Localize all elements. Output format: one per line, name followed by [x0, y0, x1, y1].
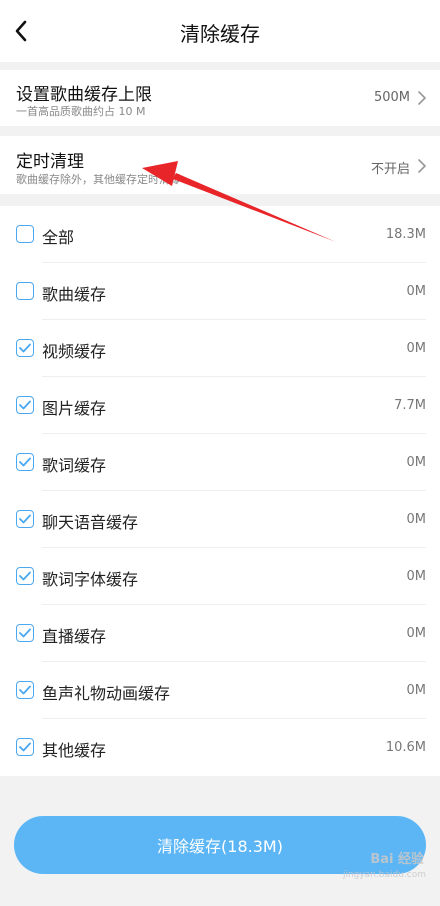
checkbox[interactable]	[16, 738, 34, 756]
checkmark-icon	[19, 400, 31, 410]
list-item[interactable]: 聊天语音缓存 0M	[0, 491, 440, 548]
setting-cache-limit[interactable]: 设置歌曲缓存上限 一首高品质歌曲约占 10 M 500M	[0, 70, 440, 126]
checkbox[interactable]	[16, 510, 34, 528]
item-label: 鱼声礼物动画缓存	[42, 684, 171, 703]
checkbox[interactable]	[16, 567, 34, 585]
item-size: 0M	[406, 284, 427, 299]
checkbox[interactable]	[16, 225, 34, 243]
setting-value: 不开启	[370, 162, 410, 177]
checkmark-icon	[19, 628, 31, 638]
watermark-subtext: jingyan.baidu.com	[342, 870, 426, 880]
item-size: 7.7M	[394, 398, 426, 413]
item-label: 歌曲缓存	[42, 285, 107, 304]
watermark-text: Bai 经验	[370, 852, 424, 867]
item-label: 聊天语音缓存	[42, 513, 139, 532]
item-size: 0M	[406, 455, 427, 470]
item-size: 10.6M	[385, 740, 426, 755]
item-size: 0M	[406, 341, 427, 356]
item-label: 直播缓存	[42, 627, 107, 646]
item-label: 全部	[42, 228, 75, 247]
watermark: Bai 经验 jingyan.baidu.com	[343, 848, 426, 880]
list-item[interactable]: 图片缓存 7.7M	[0, 377, 440, 434]
checkbox[interactable]	[16, 681, 34, 699]
item-size: 0M	[406, 569, 427, 584]
checkmark-icon	[19, 571, 31, 581]
checkmark-icon	[19, 685, 31, 695]
checkbox[interactable]	[16, 624, 34, 642]
list-item[interactable]: 歌词字体缓存 0M	[0, 548, 440, 605]
checkbox[interactable]	[16, 339, 34, 357]
item-label: 视频缓存	[42, 342, 107, 361]
item-label: 歌词缓存	[42, 456, 107, 475]
setting-value: 500M	[373, 90, 410, 105]
item-size: 18.3M	[385, 227, 426, 242]
checkmark-icon	[19, 514, 31, 524]
checkmark-icon	[19, 742, 31, 752]
chevron-right-icon	[418, 91, 426, 105]
setting-title: 设置歌曲缓存上限	[16, 85, 152, 105]
list-item[interactable]: 其他缓存 10.6M	[0, 719, 440, 776]
setting-title: 定时清理	[16, 152, 84, 172]
item-label: 歌词字体缓存	[42, 570, 139, 589]
item-size: 0M	[406, 512, 427, 527]
checkbox[interactable]	[16, 396, 34, 414]
setting-scheduled-cleanup[interactable]: 定时清理 歌曲缓存除外，其他缓存定时清零 不开启	[0, 136, 440, 194]
chevron-right-icon	[418, 159, 426, 173]
list-item[interactable]: 直播缓存 0M	[0, 605, 440, 662]
cache-list: 全部 18.3M 歌曲缓存 0M 视频缓存 0M 图片缓存 7.7M 歌词缓存 …	[0, 206, 440, 776]
item-size: 0M	[406, 683, 427, 698]
list-item[interactable]: 视频缓存 0M	[0, 320, 440, 377]
checkbox[interactable]	[16, 282, 34, 300]
clear-cache-button[interactable]: 清除缓存(18.3M)	[14, 816, 426, 874]
list-item[interactable]: 歌词缓存 0M	[0, 434, 440, 491]
item-label: 其他缓存	[42, 741, 107, 760]
list-item[interactable]: 全部 18.3M	[0, 206, 440, 263]
list-item[interactable]: 歌曲缓存 0M	[0, 263, 440, 320]
item-label: 图片缓存	[42, 399, 107, 418]
setting-subtitle: 歌曲缓存除外，其他缓存定时清零	[16, 173, 181, 186]
page-title: 清除缓存	[180, 22, 260, 46]
checkmark-icon	[19, 457, 31, 467]
setting-subtitle: 一首高品质歌曲约占 10 M	[16, 105, 146, 118]
list-item[interactable]: 鱼声礼物动画缓存 0M	[0, 662, 440, 719]
top-nav-bar: 清除缓存	[0, 0, 440, 62]
checkbox[interactable]	[16, 453, 34, 471]
item-size: 0M	[406, 626, 427, 641]
checkmark-icon	[19, 343, 31, 353]
